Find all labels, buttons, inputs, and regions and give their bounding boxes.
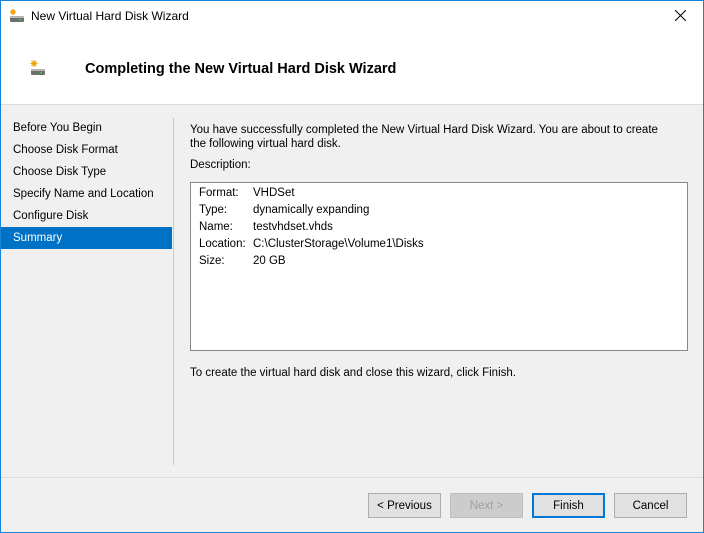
description-key: Location: (199, 238, 246, 250)
hard-disk-new-icon (30, 60, 46, 76)
page-title: Completing the New Virtual Hard Disk Wiz… (85, 61, 397, 77)
cancel-button[interactable]: Cancel (614, 493, 687, 518)
description-key: Size: (199, 255, 225, 267)
description-value: 20 GB (253, 255, 286, 267)
title-bar: New Virtual Hard Disk Wizard (1, 1, 703, 32)
window-title: New Virtual Hard Disk Wizard (31, 9, 189, 23)
description-value: VHDSet (253, 187, 295, 199)
description-row-size: Size: 20 GB (191, 253, 687, 270)
hard-disk-new-icon (9, 9, 25, 23)
description-box[interactable]: Format: VHDSet Type: dynamically expandi… (190, 182, 688, 351)
description-key: Type: (199, 204, 228, 216)
nav-divider (173, 118, 174, 465)
description-row-location: Location: C:\ClusterStorage\Volume1\Disk… (191, 236, 687, 253)
wizard-window: New Virtual Hard Disk Wizard Completing … (0, 0, 704, 533)
wizard-header: Completing the New Virtual Hard Disk Wiz… (1, 32, 703, 105)
nav-item-specify-name-and-location[interactable]: Specify Name and Location (1, 183, 172, 205)
finish-button[interactable]: Finish (532, 493, 605, 518)
description-value: testvhdset.vhds (253, 221, 333, 233)
footer-divider (1, 477, 703, 478)
description-key: Format: (199, 187, 239, 199)
previous-button[interactable]: < Previous (368, 493, 441, 518)
description-row-type: Type: dynamically expanding (191, 202, 687, 219)
close-button[interactable] (657, 1, 703, 32)
description-row-format: Format: VHDSet (191, 185, 687, 202)
summary-content: You have successfully completed the New … (190, 123, 670, 171)
description-row-name: Name: testvhdset.vhds (191, 219, 687, 236)
description-key: Name: (199, 221, 233, 233)
nav-item-choose-disk-format[interactable]: Choose Disk Format (1, 139, 172, 161)
description-value: dynamically expanding (253, 204, 370, 216)
close-icon (674, 9, 686, 24)
description-label: Description: (190, 159, 251, 171)
next-button[interactable]: Next > (450, 493, 523, 518)
description-value: C:\ClusterStorage\Volume1\Disks (253, 238, 424, 250)
nav-item-before-you-begin[interactable]: Before You Begin (1, 117, 172, 139)
finish-instruction: To create the virtual hard disk and clos… (190, 367, 516, 379)
nav-item-choose-disk-type[interactable]: Choose Disk Type (1, 161, 172, 183)
nav-item-summary[interactable]: Summary (1, 227, 172, 249)
wizard-steps-nav: Before You Begin Choose Disk Format Choo… (1, 117, 172, 249)
intro-text: You have successfully completed the New … (190, 124, 658, 150)
nav-item-configure-disk[interactable]: Configure Disk (1, 205, 172, 227)
